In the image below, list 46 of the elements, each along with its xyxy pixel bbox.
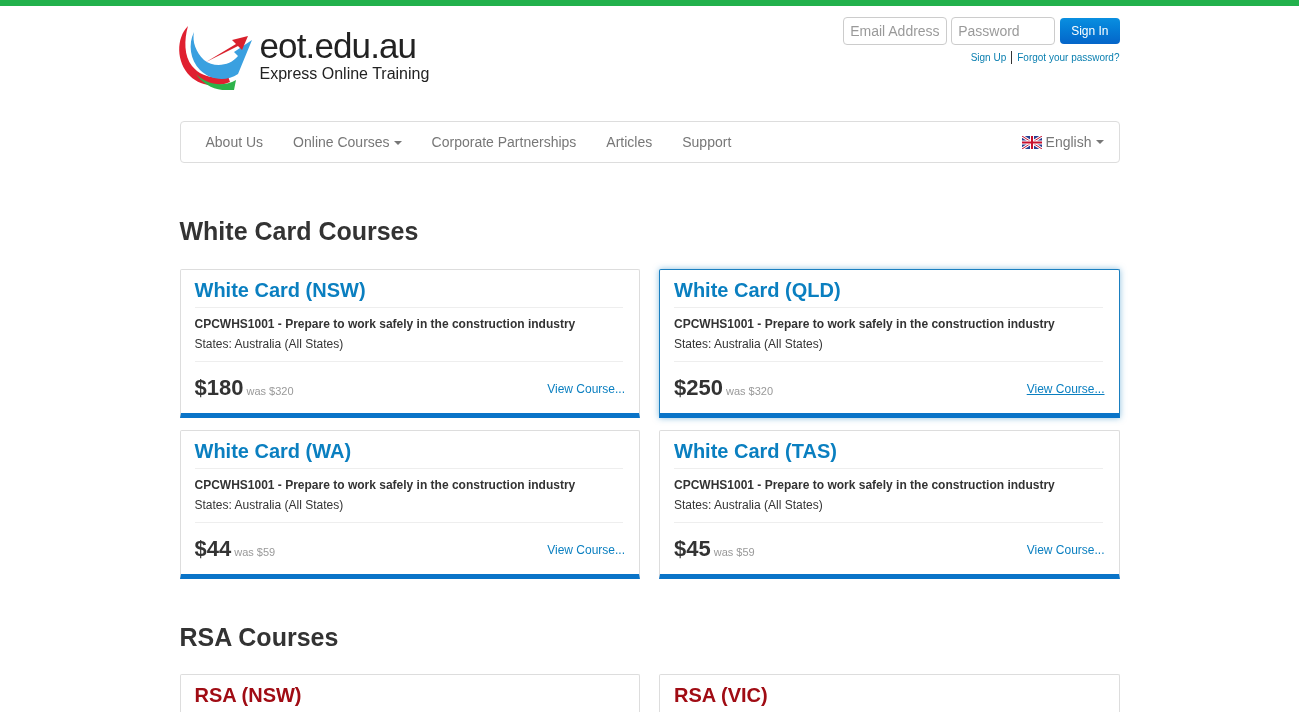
language-selector[interactable]: English (1021, 131, 1104, 153)
view-course-link[interactable]: View Course... (547, 374, 625, 403)
unit-title: CPCWHS1001 - Prepare to work safely in the construction industry (194, 316, 577, 332)
course-price: $44 (194, 534, 232, 563)
course-title[interactable]: White Card (QLD) (674, 269, 1105, 307)
course-states: States: Australia (All States) (194, 497, 345, 513)
unit-title: CPCWHS1001 - Prepare to work safely in the construction industry (674, 477, 1056, 493)
course-states: States: Australia (All States) (674, 336, 824, 352)
logo-tagline: Express Online Training (259, 64, 430, 84)
view-course-link[interactable]: View Course... (547, 535, 625, 564)
old-price: was $59 (234, 544, 276, 560)
course-title[interactable]: White Card (WA) (194, 430, 625, 468)
nav-link[interactable]: About Us (190, 131, 279, 153)
course-price: $45 (674, 534, 711, 563)
course-states: States: Australia (All States) (674, 497, 824, 513)
sign-in-button[interactable]: Sign In (1060, 18, 1120, 44)
course-states: States: Australia (All States) (194, 336, 345, 352)
section-heading: White Card Courses (179, 216, 420, 247)
old-price: was $320 (246, 383, 294, 399)
section-heading: RSA Courses (179, 621, 340, 653)
login-link[interactable]: Forgot your password? (1017, 50, 1120, 65)
view-course-link[interactable]: View Course... (1026, 374, 1105, 403)
password-field[interactable]: Password (951, 17, 1056, 45)
old-price: was $320 (725, 383, 774, 399)
caret-icon (1095, 140, 1104, 144)
nav-link[interactable]: Articles (591, 131, 668, 153)
course-title[interactable]: White Card (TAS) (674, 430, 1105, 468)
nav-link[interactable]: Support (667, 131, 747, 153)
unit-title: CPCWHS1001 - Prepare to work safely in the construction industry (194, 477, 577, 493)
nav-link[interactable]: Corporate Partnerships (416, 131, 592, 153)
login-link[interactable]: Sign Up (970, 50, 1007, 65)
course-card[interactable]: White Card (WA) CPCWHS1001 - Prepare to work safely in the construction industry States: Australia (All States) $44 was $59 View Course... (179, 429, 640, 579)
uk-flag-icon (1021, 135, 1042, 149)
course-card[interactable]: White Card (QLD) CPCWHS1001 - Prepare to work safely in the construction industry States: Australia (All States) $250 was $320 View Course... (659, 268, 1120, 418)
email-field[interactable]: Email Address (843, 17, 948, 45)
unit-title: CPCWHS1001 - Prepare to work safely in the construction industry (674, 316, 1056, 332)
course-price: $250 (674, 373, 723, 402)
nav-link[interactable]: Online Courses (278, 131, 417, 153)
logo-domain: eot.edu.au (259, 28, 418, 64)
logo[interactable]: eot.edu.au Express Online Training (175, 22, 430, 90)
course-title[interactable]: White Card (NSW) (194, 269, 625, 307)
course-price: $180 (194, 373, 244, 402)
view-course-link[interactable]: View Course... (1026, 535, 1105, 564)
course-card[interactable]: White Card (NSW) CPCWHS1001 - Prepare to work safely in the construction industry States: Australia (All States) $180 was $320 View Course... (179, 268, 640, 418)
course-card[interactable]: White Card (TAS) CPCWHS1001 - Prepare to work safely in the construction industry States: Australia (All States) $45 was $59 View Course... (659, 429, 1120, 579)
old-price: was $59 (713, 544, 755, 560)
